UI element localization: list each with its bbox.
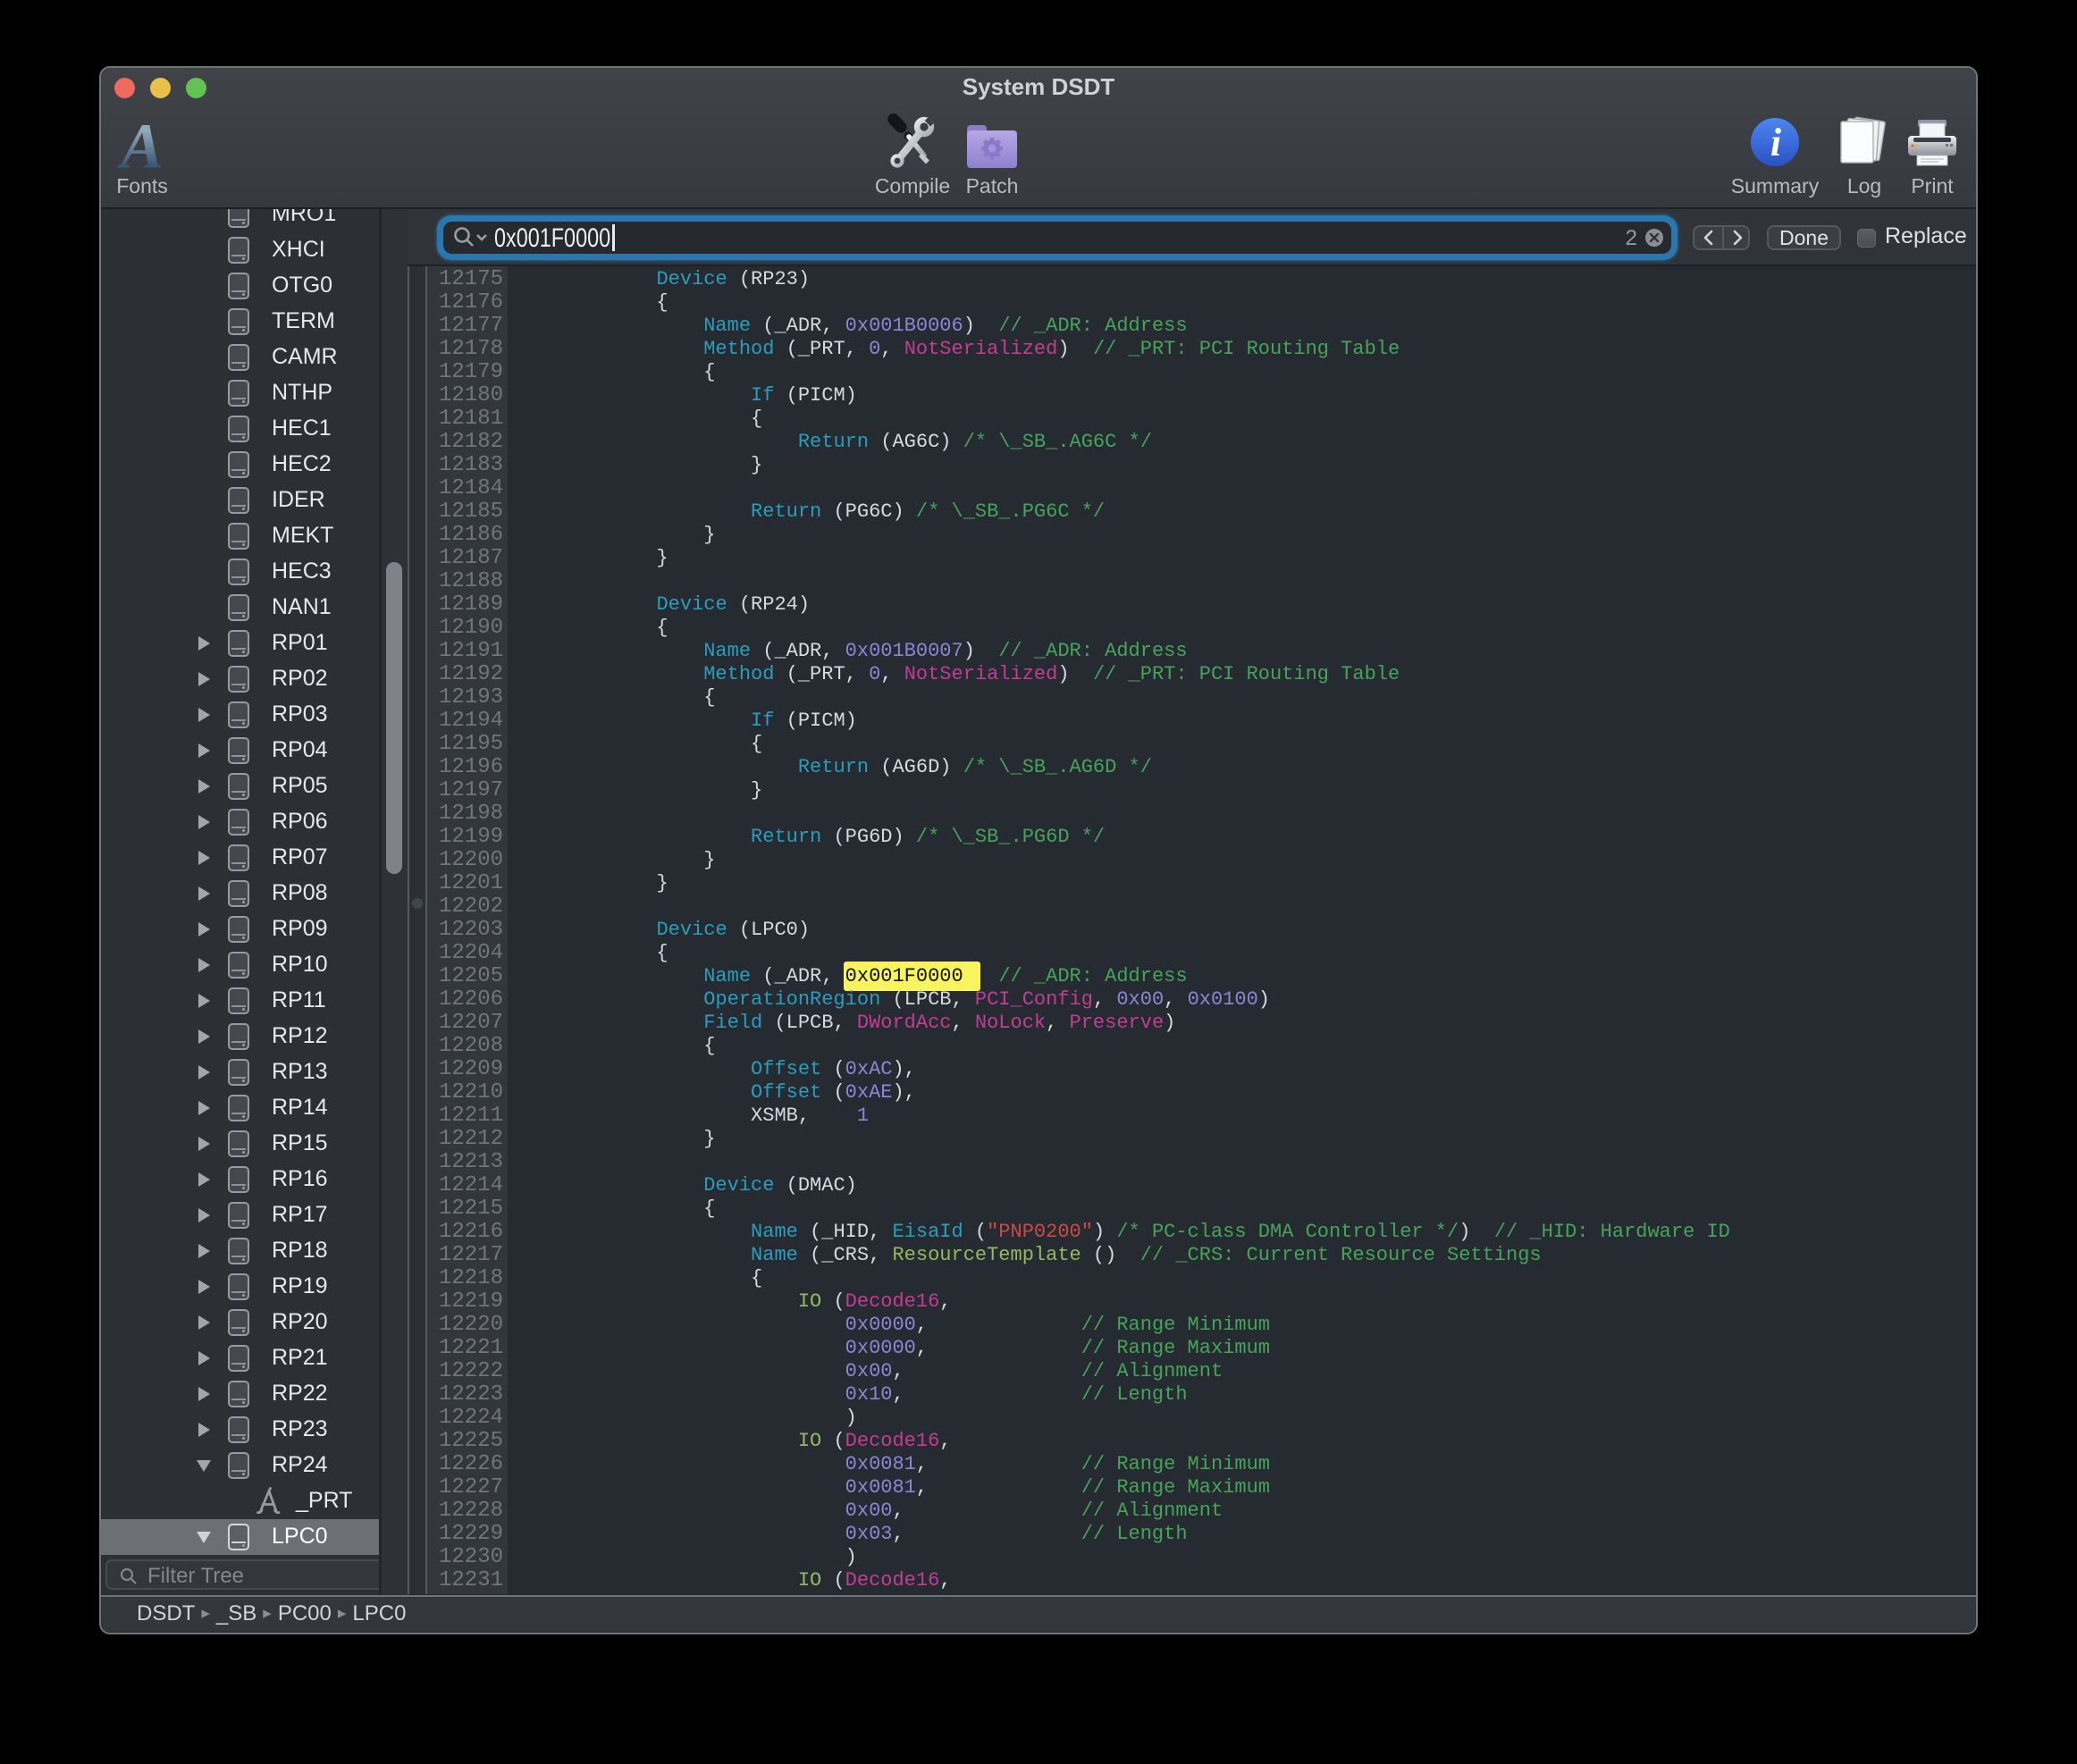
svg-text:i: i [1770,121,1782,164]
